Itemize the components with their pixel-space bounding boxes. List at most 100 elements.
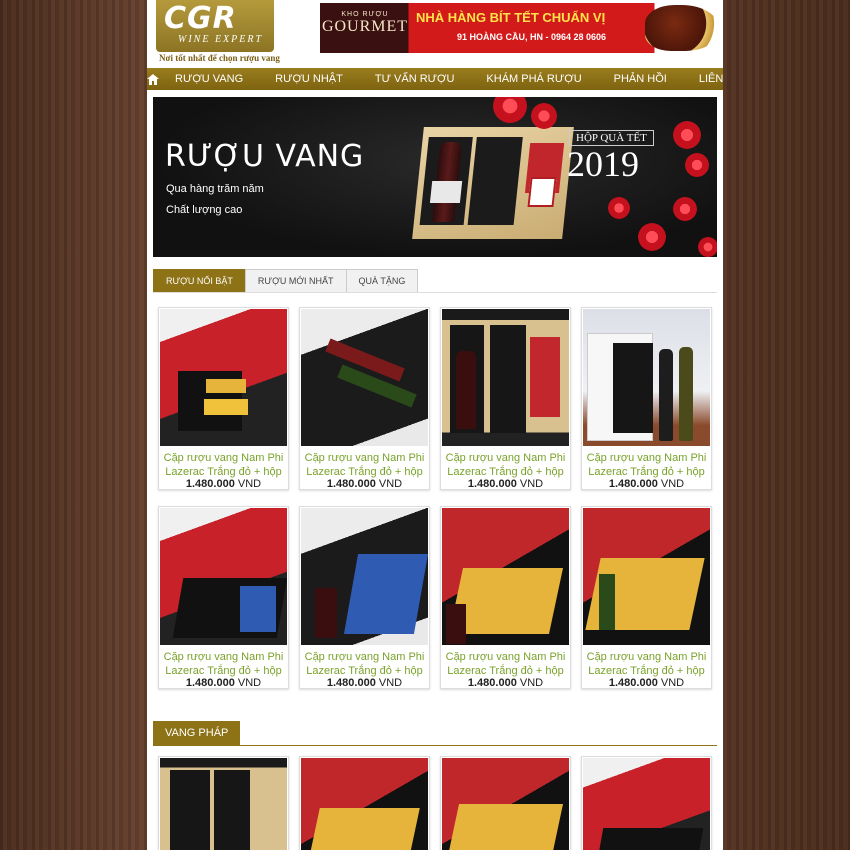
hero-year: 2019 (567, 144, 639, 184)
section-divider (153, 745, 717, 746)
tab-ruou-noi-bat[interactable]: RƯỢU NỔI BẬT (153, 269, 246, 293)
product-card[interactable]: Cặp rượu vang Nam Phi Lazerac Trắng đỏ +… (158, 307, 289, 490)
box-slot (170, 770, 210, 850)
product-image[interactable] (442, 508, 569, 645)
snack-pack (448, 568, 564, 634)
flower-decoration (531, 103, 557, 129)
home-icon[interactable] (147, 68, 159, 90)
hero-subtitle-2: Chất lượng cao (166, 204, 243, 216)
ad-title: NHÀ HÀNG BÍT TẾT CHUẨN VỊ (416, 10, 606, 25)
product-image[interactable] (301, 758, 428, 850)
product-card[interactable]: Cặp rượu vang Nam Phi Lazerac Trắng đỏ +… (581, 307, 712, 490)
product-image[interactable] (583, 309, 710, 446)
snack-pack (204, 399, 248, 415)
product-card[interactable]: Cặp rượu vang Nam Phi Lazerac Trắng đỏ +… (299, 307, 430, 490)
product-card[interactable] (581, 756, 712, 850)
product-price: 1.480.000 VND (467, 677, 544, 689)
product-card[interactable]: Cặp rượu vang Nam Phi Lazerac Trắng đỏ +… (581, 506, 712, 689)
product-price: 1.480.000 VND (608, 478, 685, 490)
product-name[interactable]: Cặp rượu vang Nam Phi Lazerac Trắng đỏ +… (441, 650, 570, 678)
product-card[interactable]: Cặp rượu vang Nam Phi Lazerac Trắng đỏ +… (158, 506, 289, 689)
product-image[interactable] (301, 508, 428, 645)
box-slot-bottle (419, 137, 473, 225)
flower-decoration (673, 121, 701, 149)
wine-bottle (315, 588, 337, 638)
product-image[interactable] (160, 508, 287, 645)
site-tagline: Nơi tốt nhất để chọn rượu vang (159, 53, 280, 63)
product-card[interactable]: Cặp rượu vang Nam Phi Lazerac Trắng đỏ +… (440, 307, 571, 490)
product-tabs: RƯỢU NỔI BẬT RƯỢU MỚI NHẤT QUÀ TẶNG (153, 269, 419, 293)
steak-image (645, 5, 719, 51)
wine-bottle (679, 347, 693, 441)
tab-qua-tang[interactable]: QUÀ TẶNG (345, 269, 419, 293)
nav-item-phan-hoi[interactable]: PHẢN HỒI (598, 68, 683, 90)
product-card[interactable] (299, 756, 430, 850)
product-card[interactable] (158, 756, 289, 850)
tab-ruou-moi-nhat[interactable]: RƯỢU MỚI NHẤT (244, 269, 347, 293)
wine-bottle (456, 351, 476, 429)
nav-item-ruou-nhat[interactable]: RƯỢU NHẬT (259, 68, 359, 90)
product-image[interactable] (583, 758, 710, 850)
nav-item-lien-he[interactable]: LIÊN HỆ (683, 68, 723, 90)
box-slot-glass (467, 137, 523, 225)
box-front (613, 343, 653, 433)
ad-banner[interactable]: KHO RƯỢU GOURMET NHÀ HÀNG BÍT TẾT CHUẨN … (320, 3, 723, 53)
box-slot (214, 770, 250, 850)
ad-address: 91 HOÀNG CẦU, HN - 0964 28 0606 (457, 32, 607, 42)
product-card[interactable]: Cặp rượu vang Nam Phi Lazerac Trắng đỏ +… (440, 506, 571, 689)
product-name[interactable]: Cặp rượu vang Nam Phi Lazerac Trắng đỏ +… (300, 451, 429, 479)
hero-title: RƯỢU VANG (165, 139, 365, 174)
flower-decoration (638, 223, 666, 251)
flower-decoration (493, 97, 527, 123)
flower-decoration (685, 153, 709, 177)
ad-brand-name: GOURMET (321, 18, 409, 35)
product-card[interactable]: Cặp rượu vang Nam Phi Lazerac Trắng đỏ +… (299, 506, 430, 689)
flower-decoration (698, 237, 717, 257)
site-header: CGR WINE EXPERT Nơi tốt nhất để chọn rượ… (147, 0, 723, 68)
snack-pack (306, 808, 420, 850)
snack-pack (343, 554, 428, 634)
product-name[interactable]: Cặp rượu vang Nam Phi Lazerac Trắng đỏ +… (582, 451, 711, 479)
product-image[interactable] (583, 508, 710, 645)
product-image[interactable] (442, 758, 569, 850)
product-card[interactable] (440, 756, 571, 850)
product-price: 1.480.000 VND (185, 677, 262, 689)
box-insert (594, 828, 704, 850)
product-price: 1.480.000 VND (608, 677, 685, 689)
hero-banner[interactable]: RƯỢU VANG Qua hàng trăm năm Chất lượng c… (153, 97, 717, 257)
nav-item-kham-pha-ruou[interactable]: KHÁM PHÁ RƯỢU (470, 68, 597, 90)
wine-bottle (599, 574, 615, 630)
bottle-label (429, 181, 463, 203)
wine-bottle (659, 349, 673, 441)
nav-item-tu-van-ruou[interactable]: TƯ VẤN RƯỢU (359, 68, 471, 90)
snack-pack (206, 379, 246, 393)
logo-subtitle: WINE EXPERT (178, 34, 264, 45)
section-title-vang-phap[interactable]: VANG PHÁP (153, 721, 241, 745)
snack-pack (444, 804, 564, 850)
product-image[interactable] (442, 309, 569, 446)
hero-subtitle-1: Qua hàng trăm năm (166, 183, 264, 195)
product-image[interactable] (160, 309, 287, 446)
box-slot (490, 325, 526, 433)
product-name[interactable]: Cặp rượu vang Nam Phi Lazerac Trắng đỏ +… (441, 451, 570, 479)
nav-item-ruou-vang[interactable]: RƯỢU VANG (159, 68, 259, 90)
product-name[interactable]: Cặp rượu vang Nam Phi Lazerac Trắng đỏ +… (159, 650, 288, 678)
tabs-divider (153, 292, 717, 293)
ad-small-text: KHO RƯỢU (341, 11, 389, 18)
ad-brand-block: KHO RƯỢU GOURMET (320, 3, 410, 53)
snack-pack (240, 586, 276, 632)
wine-bottle (446, 604, 466, 644)
site-logo[interactable]: CGR WINE EXPERT (156, 0, 274, 52)
page: CGR WINE EXPERT Nơi tốt nhất để chọn rượ… (147, 0, 723, 850)
gift-tag-image (527, 177, 557, 207)
product-name[interactable]: Cặp rượu vang Nam Phi Lazerac Trắng đỏ +… (582, 650, 711, 678)
product-image[interactable] (160, 758, 287, 850)
product-name[interactable]: Cặp rượu vang Nam Phi Lazerac Trắng đỏ +… (159, 451, 288, 479)
product-image[interactable] (301, 309, 428, 446)
main-nav: RƯỢU VANG RƯỢU NHẬT TƯ VẤN RƯỢU KHÁM PHÁ… (147, 68, 723, 90)
flower-decoration (673, 197, 697, 221)
product-name[interactable]: Cặp rượu vang Nam Phi Lazerac Trắng đỏ +… (300, 650, 429, 678)
gift-card (530, 337, 560, 417)
gift-box-image (412, 127, 574, 239)
flower-decoration (608, 197, 630, 219)
